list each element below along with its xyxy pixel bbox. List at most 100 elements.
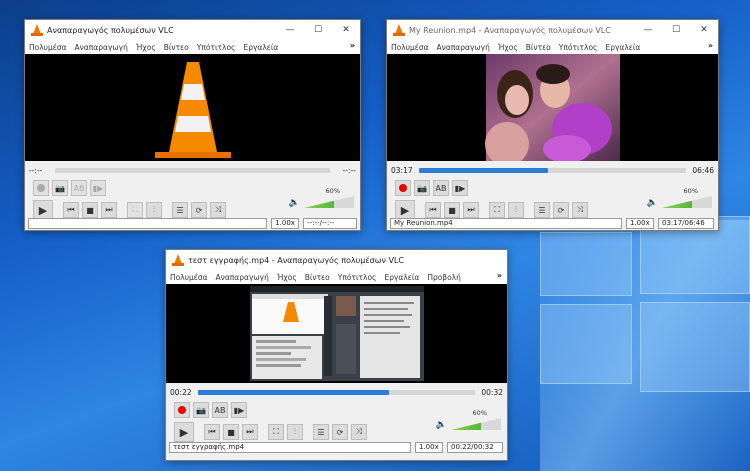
menu-playback[interactable]: Αναπαραγωγή — [75, 43, 128, 52]
menu-media[interactable]: Πολυμέσα — [170, 273, 208, 282]
status-filename: My Reunion.mp4 — [390, 217, 622, 229]
vlc-window-idle[interactable]: Αναπαραγωγός πολυμέσων VLC — ☐ ✕ Πολυμέσ… — [24, 19, 361, 231]
menu-playback[interactable]: Αναπαραγωγή — [216, 273, 269, 282]
menu-subtitle[interactable]: Υπότιτλος — [197, 43, 236, 52]
status-bar: My Reunion.mp4 1.00x 03:17/06:46 — [387, 216, 718, 230]
menu-video[interactable]: Βίντεο — [526, 43, 551, 52]
shuffle-button[interactable]: ⤨ — [351, 424, 367, 440]
title-bar[interactable]: τεστ εγγραφής.mp4 - Αναπαραγωγός πολυμέσ… — [166, 250, 507, 270]
video-area[interactable] — [25, 54, 360, 161]
maximize-button[interactable]: ☐ — [662, 20, 690, 40]
menu-audio[interactable]: Ήχος — [498, 43, 518, 52]
volume-control[interactable]: 🔈 60% — [289, 187, 354, 208]
frame-step-button[interactable]: ▮▶ — [90, 180, 106, 196]
total-time: 00:32 — [481, 387, 503, 397]
frame-step-button[interactable]: ▮▶ — [452, 180, 468, 196]
snapshot-button[interactable]: 📷 — [414, 180, 430, 196]
next-button[interactable]: ⏭ — [242, 424, 258, 440]
seek-row: 00:22 00:32 — [166, 385, 507, 399]
menu-tools[interactable]: Εργαλεία — [384, 273, 419, 282]
play-button[interactable]: ▶ — [174, 422, 194, 442]
volume-control[interactable]: 🔈 60% — [436, 409, 501, 430]
elapsed-time: --:-- — [29, 165, 43, 175]
record-button[interactable] — [174, 402, 190, 418]
menu-more-button[interactable]: » — [708, 41, 713, 50]
volume-slider[interactable]: 60% — [662, 187, 712, 208]
snapshot-button[interactable]: 📷 — [193, 402, 209, 418]
playback-speed[interactable]: 1.00x — [415, 441, 443, 453]
desktop-window-pane — [540, 232, 632, 296]
snapshot-button[interactable]: 📷 — [52, 180, 68, 196]
seek-row: 03:17 06:46 — [387, 163, 718, 177]
playlist-button[interactable]: ☰ — [313, 424, 329, 440]
menu-more-button[interactable]: » — [350, 41, 355, 50]
record-button[interactable] — [33, 180, 49, 196]
previous-button[interactable]: ⏮ — [204, 424, 220, 440]
status-bar: 1.00x --:--/--:-- — [25, 216, 360, 230]
menu-more-button[interactable]: » — [497, 271, 502, 280]
status-time[interactable]: 00:22/00:32 — [447, 441, 503, 453]
total-time: 06:46 — [692, 165, 714, 175]
window-title: My Reunion.mp4 - Αναπαραγωγός πολυμέσων … — [409, 25, 611, 35]
stop-button[interactable]: ■ — [223, 424, 239, 440]
title-bar[interactable]: Αναπαραγωγός πολυμέσων VLC — ☐ ✕ — [25, 20, 360, 40]
menu-media[interactable]: Πολυμέσα — [29, 43, 67, 52]
video-area[interactable] — [166, 284, 507, 383]
loop-button[interactable]: ⟳ — [332, 424, 348, 440]
volume-slider[interactable]: 60% — [304, 187, 354, 208]
menu-tools[interactable]: Εργαλεία — [243, 43, 278, 52]
seek-slider[interactable] — [418, 167, 687, 173]
playback-speed[interactable]: 1.00x — [271, 217, 300, 229]
title-bar[interactable]: My Reunion.mp4 - Αναπαραγωγός πολυμέσων … — [387, 20, 718, 40]
menu-subtitle[interactable]: Υπότιτλος — [338, 273, 377, 282]
elapsed-time: 00:22 — [170, 387, 192, 397]
maximize-button[interactable]: ☐ — [304, 20, 332, 40]
menu-playback[interactable]: Αναπαραγωγή — [437, 43, 490, 52]
video-area[interactable] — [387, 54, 718, 161]
vlc-cone-icon — [31, 24, 43, 36]
speaker-icon[interactable]: 🔈 — [647, 198, 658, 208]
seek-slider[interactable] — [197, 389, 476, 395]
menu-media[interactable]: Πολυμέσα — [391, 43, 429, 52]
status-bar: τεστ εγγραφής.mp4 1.00x 00:22/00:32 — [166, 440, 507, 454]
record-button[interactable] — [395, 180, 411, 196]
seek-slider[interactable] — [55, 167, 330, 173]
vlc-cone-icon — [172, 254, 184, 266]
loop-ab-button[interactable]: AB — [212, 402, 228, 418]
seek-row: --:-- --:-- — [25, 163, 360, 177]
status-time[interactable]: 03:17/06:46 — [658, 217, 714, 229]
menu-video[interactable]: Βίντεο — [305, 273, 330, 282]
close-button[interactable]: ✕ — [332, 20, 360, 40]
menu-audio[interactable]: Ήχος — [136, 43, 156, 52]
fullscreen-button[interactable]: ⛶ — [268, 424, 284, 440]
loop-ab-button[interactable]: AB — [71, 180, 87, 196]
loop-ab-button[interactable]: AB — [433, 180, 449, 196]
volume-slider[interactable]: 60% — [451, 409, 501, 430]
menu-subtitle[interactable]: Υπότιτλος — [559, 43, 598, 52]
menu-bar: Πολυμέσα Αναπαραγωγή Ήχος Βίντεο Υπότιτλ… — [25, 40, 360, 54]
menu-tools[interactable]: Εργαλεία — [605, 43, 640, 52]
status-filename: τεστ εγγραφής.mp4 — [169, 441, 411, 453]
volume-control[interactable]: 🔈 60% — [647, 187, 712, 208]
status-time[interactable]: --:--/--:-- — [303, 217, 357, 229]
window-title: Αναπαραγωγός πολυμέσων VLC — [47, 25, 174, 35]
extended-settings-button[interactable]: ⫶ — [287, 424, 303, 440]
menu-view[interactable]: Προβολή — [427, 273, 461, 282]
menu-bar: Πολυμέσα Αναπαραγωγή Ήχος Βίντεο Υπότιτλ… — [166, 270, 507, 284]
speaker-icon[interactable]: 🔈 — [289, 198, 300, 208]
speaker-icon[interactable]: 🔈 — [436, 420, 447, 430]
window-title: τεστ εγγραφής.mp4 - Αναπαραγωγός πολυμέσ… — [188, 255, 404, 265]
frame-step-button[interactable]: ▮▶ — [231, 402, 247, 418]
close-button[interactable]: ✕ — [690, 20, 718, 40]
status-filename — [28, 217, 268, 229]
video-frame-party — [485, 54, 620, 161]
minimize-button[interactable]: — — [276, 20, 304, 40]
vlc-cone-logo — [155, 62, 231, 158]
menu-audio[interactable]: Ήχος — [277, 273, 297, 282]
menu-video[interactable]: Βίντεο — [164, 43, 189, 52]
minimize-button[interactable]: — — [634, 20, 662, 40]
vlc-window-test-recording[interactable]: τεστ εγγραφής.mp4 - Αναπαραγωγός πολυμέσ… — [165, 249, 508, 461]
vlc-window-my-reunion[interactable]: My Reunion.mp4 - Αναπαραγωγός πολυμέσων … — [386, 19, 719, 231]
playback-speed[interactable]: 1.00x — [626, 217, 654, 229]
vlc-cone-icon — [393, 24, 405, 36]
